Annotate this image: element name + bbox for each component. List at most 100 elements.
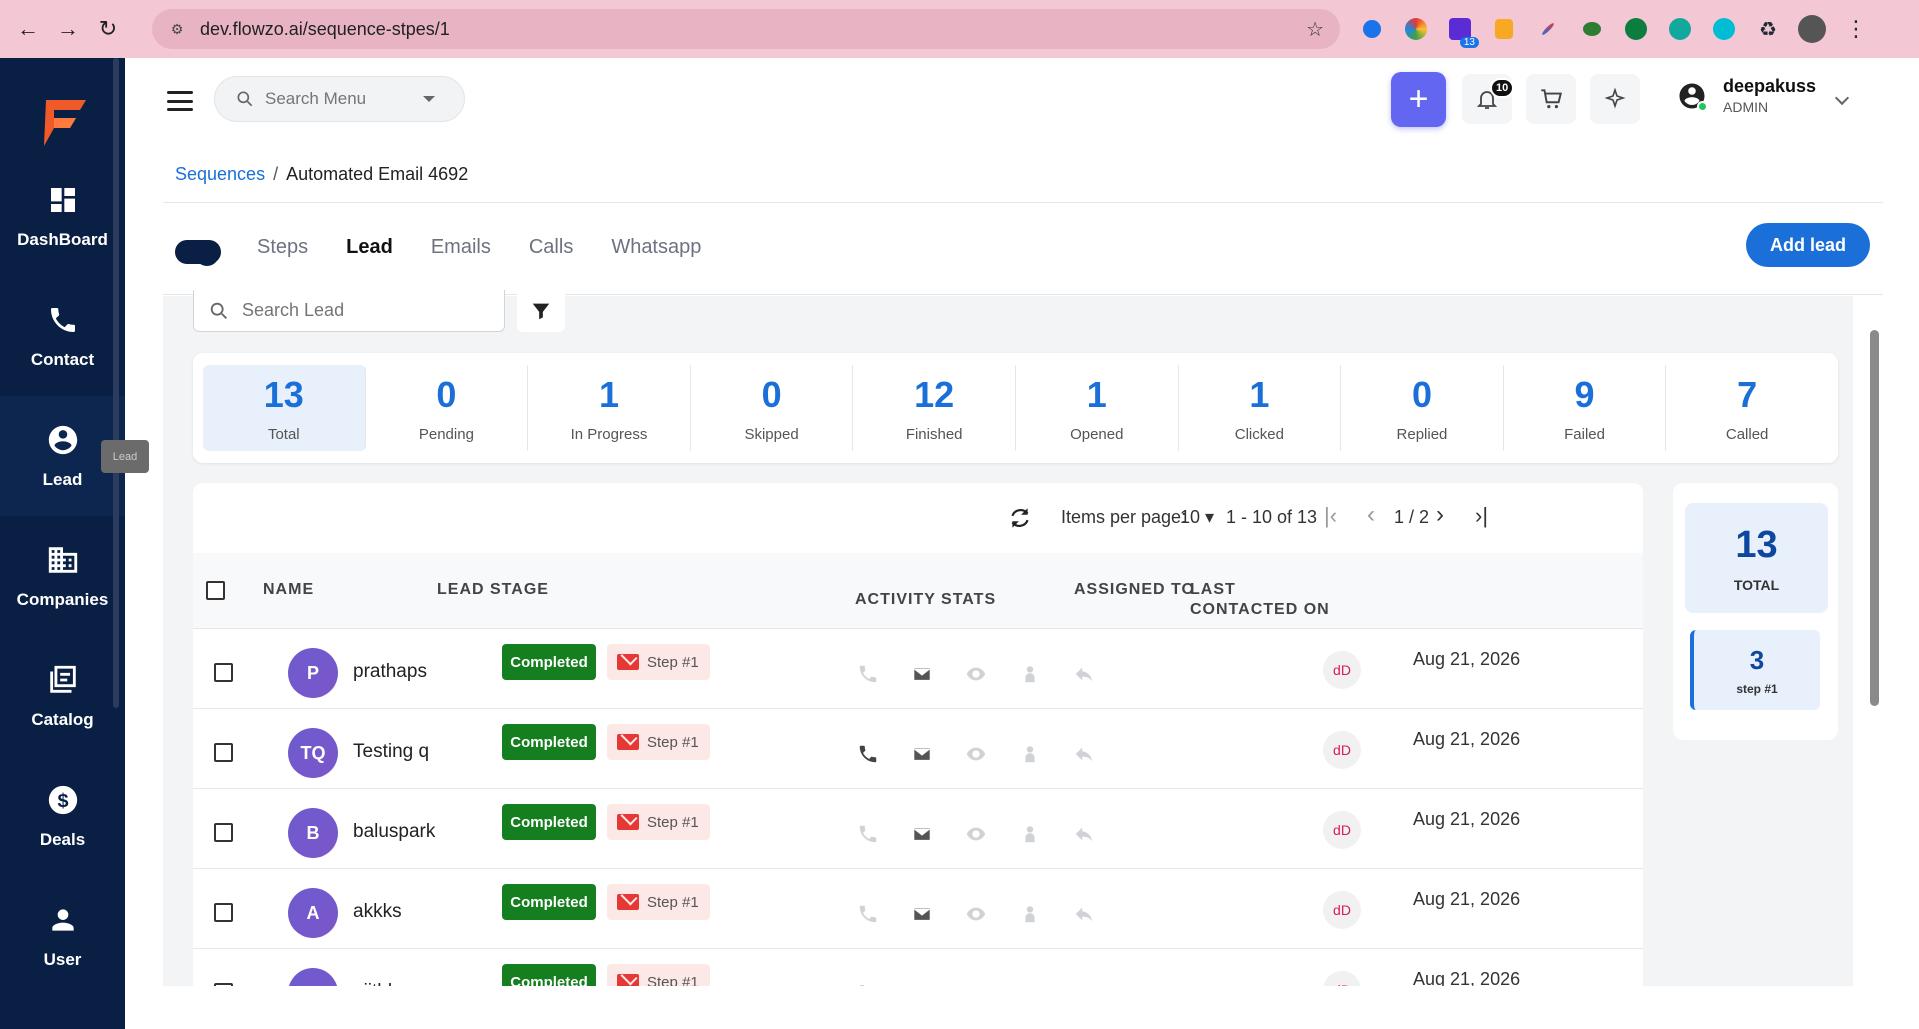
sequence-status-toggle[interactable] (175, 240, 221, 266)
select-all-checkbox[interactable] (206, 581, 225, 600)
quick-add-button[interactable]: + (1391, 72, 1446, 127)
extension-icon[interactable] (1487, 12, 1521, 46)
tab-whatsapp[interactable]: Whatsapp (611, 236, 701, 259)
stat-opened[interactable]: 1 Opened (1016, 365, 1179, 451)
click-icon[interactable] (1019, 743, 1041, 765)
reply-icon[interactable] (1073, 663, 1095, 685)
extension-icon[interactable] (1399, 12, 1433, 46)
call-icon[interactable] (857, 743, 879, 765)
extension-icon[interactable] (1619, 12, 1653, 46)
cart-button[interactable] (1526, 74, 1576, 124)
add-lead-button[interactable]: Add lead (1746, 223, 1870, 267)
call-icon[interactable] (857, 823, 879, 845)
tab-lead[interactable]: Lead (346, 236, 393, 259)
stat-total[interactable]: 13 Total (203, 365, 366, 451)
table-row[interactable]: Pprathaps Completed Step #1 dD Aug 21, 2026 (193, 629, 1643, 709)
eye-icon[interactable] (965, 743, 987, 765)
lead-name[interactable]: baluspark (353, 821, 435, 843)
ai-assist-button[interactable] (1590, 74, 1640, 124)
extension-icon[interactable]: 13 (1443, 12, 1479, 48)
row-checkbox[interactable] (214, 823, 233, 842)
back-icon[interactable]: ← (8, 9, 48, 49)
mail-icon[interactable] (911, 823, 933, 845)
stat-failed[interactable]: 9 Failed (1504, 365, 1667, 451)
lead-name[interactable]: Testing q (353, 741, 429, 763)
stat-in-progress[interactable]: 1 In Progress (528, 365, 691, 451)
lead-search-input[interactable] (242, 300, 482, 321)
sidebar-scrollbar[interactable] (113, 58, 119, 708)
extension-icon[interactable] (1355, 12, 1389, 46)
sidebar-item-user[interactable]: User (0, 876, 125, 996)
tab-steps[interactable]: Steps (257, 236, 308, 259)
column-assigned-to[interactable]: ASSIGNED TO (1074, 581, 1195, 599)
extension-icon[interactable] (1575, 12, 1609, 46)
kebab-menu-icon[interactable]: ⋮ (1839, 12, 1873, 46)
stat-finished[interactable]: 12 Finished (853, 365, 1016, 451)
column-last-contacted-line1[interactable]: LAST (1190, 581, 1236, 599)
reply-icon[interactable] (1073, 743, 1095, 765)
page-scrollbar[interactable] (1870, 330, 1879, 706)
chevron-down-icon[interactable] (423, 96, 435, 102)
address-bar[interactable]: ⚙ dev.flowzo.ai/sequence-stpes/1 ☆ (152, 9, 1340, 49)
table-row[interactable]: TQ Testing q Completed Step #1 dD Aug 21, 202… (193, 709, 1643, 789)
stat-pending[interactable]: 0 Pending (366, 365, 529, 451)
filter-button[interactable] (517, 290, 565, 332)
extension-icon[interactable] (1707, 12, 1741, 46)
notifications-button[interactable]: 10 (1462, 74, 1515, 124)
refresh-icon[interactable] (1007, 505, 1033, 531)
eye-icon[interactable] (965, 903, 987, 925)
eye-icon[interactable] (965, 823, 987, 845)
table-row[interactable]: Bbaluspark Completed Step #1 dD Aug 21, 2026 (193, 789, 1643, 869)
breadcrumb-sequences-link[interactable]: Sequences (175, 164, 265, 185)
hamburger-menu-icon[interactable] (165, 86, 195, 116)
assignee-avatar[interactable]: dD (1323, 811, 1361, 849)
reply-icon[interactable] (1073, 823, 1095, 845)
assignee-avatar[interactable]: dD (1323, 731, 1361, 769)
sidebar-item-deals[interactable]: $ Deals (0, 756, 125, 876)
eye-icon[interactable] (965, 663, 987, 685)
prev-page-icon[interactable]: ‹ (1367, 501, 1375, 529)
bookmark-star-icon[interactable]: ☆ (1306, 17, 1324, 42)
column-name[interactable]: NAME (263, 581, 314, 599)
profile-avatar[interactable] (1795, 12, 1829, 46)
column-lead-stage[interactable]: LEAD STAGE (437, 581, 549, 599)
mail-icon[interactable] (911, 903, 933, 925)
column-last-contacted-line2[interactable]: CONTACTED ON (1190, 601, 1330, 619)
flowzo-logo[interactable] (36, 92, 92, 152)
chevron-down-icon[interactable] (1834, 90, 1850, 106)
call-icon[interactable] (857, 663, 879, 685)
sidebar-item-contact[interactable]: Contact (0, 276, 125, 396)
user-menu[interactable]: deepakuss ADMIN (1677, 76, 1816, 115)
next-page-icon[interactable]: › (1436, 501, 1444, 529)
reload-icon[interactable]: ↻ (88, 9, 128, 49)
row-checkbox[interactable] (214, 903, 233, 922)
row-checkbox[interactable] (214, 743, 233, 762)
lead-search[interactable] (193, 290, 505, 332)
first-page-icon[interactable]: |‹ (1324, 503, 1337, 529)
row-checkbox[interactable] (214, 663, 233, 682)
extension-icon[interactable] (1531, 12, 1565, 46)
call-icon[interactable] (857, 903, 879, 925)
items-per-page-select[interactable]: 10 ▾ (1180, 507, 1214, 528)
sidebar-item-dashboard[interactable]: DashBoard (0, 156, 125, 276)
lead-name[interactable]: akkks (353, 901, 402, 923)
forward-icon[interactable]: → (48, 9, 88, 49)
search-menu[interactable] (214, 76, 465, 122)
extension-icon[interactable] (1663, 12, 1697, 46)
click-icon[interactable] (1019, 903, 1041, 925)
mail-icon[interactable] (911, 743, 933, 765)
stat-clicked[interactable]: 1 Clicked (1179, 365, 1342, 451)
tab-emails[interactable]: Emails (431, 236, 491, 259)
assignee-avatar[interactable]: dD (1323, 651, 1361, 689)
url-text[interactable]: dev.flowzo.ai/sequence-stpes/1 (200, 19, 450, 40)
stat-called[interactable]: 7 Called (1666, 365, 1828, 451)
reply-icon[interactable] (1073, 903, 1095, 925)
stat-skipped[interactable]: 0 Skipped (691, 365, 854, 451)
sidebar-item-catalog[interactable]: Catalog (0, 636, 125, 756)
sidebar-item-companies[interactable]: Companies (0, 516, 125, 636)
search-menu-input[interactable] (265, 89, 415, 109)
stat-replied[interactable]: 0 Replied (1341, 365, 1504, 451)
tab-calls[interactable]: Calls (529, 236, 573, 259)
puzzle-icon[interactable]: ♻ (1751, 12, 1785, 46)
mail-icon[interactable] (911, 663, 933, 685)
